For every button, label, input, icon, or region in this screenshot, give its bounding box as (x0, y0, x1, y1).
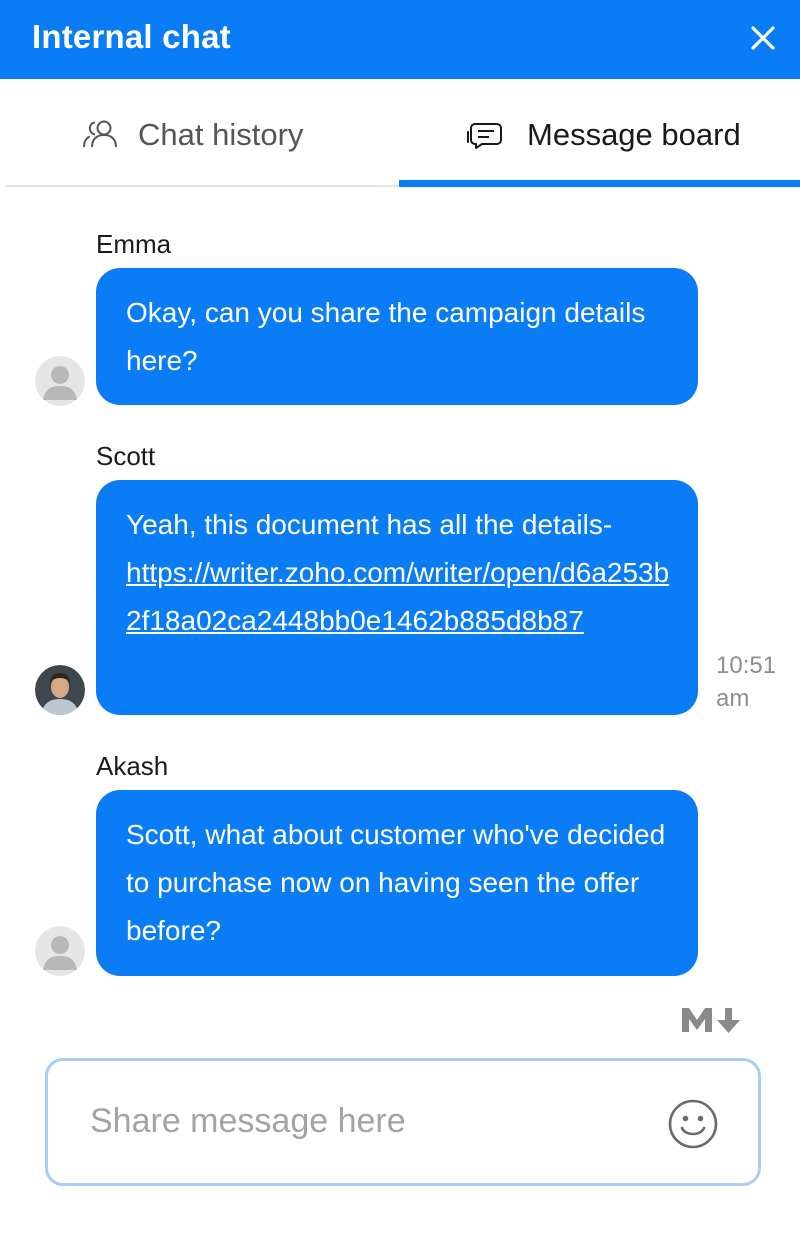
message-timestamp: 10:51 am (716, 652, 777, 712)
message-sender: Emma (96, 229, 172, 259)
active-tab-indicator (399, 180, 800, 187)
user-placeholder-icon (35, 356, 85, 406)
user-placeholder-icon (35, 926, 85, 976)
message-bubble: Scott, what about customer who've decide… (96, 790, 698, 976)
close-button[interactable] (744, 19, 782, 57)
avatar (35, 356, 85, 406)
avatar (35, 665, 85, 715)
tab-message-board-label: Message board (527, 117, 741, 152)
user-photo-icon (35, 665, 85, 715)
markdown-icon (682, 1008, 740, 1033)
message-composer (45, 1058, 761, 1186)
close-icon (751, 26, 775, 50)
message-icon (467, 123, 502, 149)
avatar (35, 926, 85, 976)
message-text: Okay, can you share the campaign details… (126, 297, 646, 376)
markdown-toggle[interactable] (680, 1005, 746, 1035)
message-sender: Akash (96, 751, 169, 781)
tab-chat-history-label: Chat history (138, 117, 304, 152)
message-link[interactable]: https://writer.zoho.com/writer/open/d6a2… (126, 557, 669, 636)
users-icon (83, 120, 117, 148)
message-sender: Scott (96, 441, 156, 471)
message-input[interactable] (90, 1091, 630, 1151)
message-bubble: Yeah, this document has all the details-… (96, 480, 698, 715)
message-text: Scott, what about customer who've decide… (126, 819, 666, 946)
tab-message-board[interactable]: Message board (399, 79, 800, 187)
emoji-button[interactable] (667, 1098, 719, 1150)
tab-chat-history[interactable]: Chat history (6, 79, 399, 187)
chat-header: Internal chat (0, 0, 800, 79)
header-title: Internal chat (32, 18, 231, 55)
tab-bar: Chat history Message board (6, 79, 800, 187)
emoji-icon (668, 1099, 718, 1149)
message-text: Yeah, this document has all the details- (126, 509, 613, 540)
message-bubble: Okay, can you share the campaign details… (96, 268, 698, 405)
